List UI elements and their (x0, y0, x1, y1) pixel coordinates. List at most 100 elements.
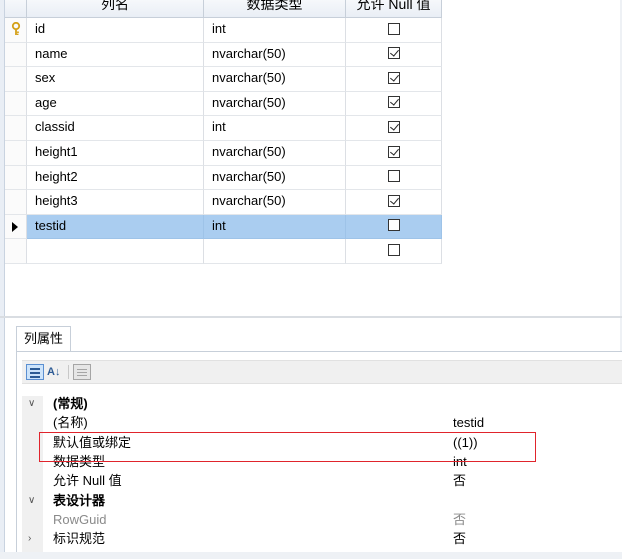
property-row[interactable]: (名称) testid (22, 413, 622, 432)
column-name-cell[interactable]: classid (27, 116, 204, 141)
table-row[interactable]: testid int (5, 214, 442, 240)
data-type-cell[interactable]: int (204, 18, 346, 43)
table-row[interactable]: height1 nvarchar(50) (5, 141, 442, 166)
property-row[interactable]: 默认值或绑定 ((1)) (22, 433, 622, 452)
column-name-cell[interactable]: height2 (27, 165, 204, 191)
property-label: (常规) (53, 396, 88, 411)
column-name-cell[interactable]: testid (27, 214, 204, 240)
property-value[interactable]: ((1)) (453, 433, 478, 452)
row-selector[interactable] (5, 141, 27, 166)
property-pages-icon[interactable] (73, 364, 91, 380)
expand-chevron-icon[interactable]: › (28, 529, 31, 548)
row-selector[interactable] (5, 239, 27, 264)
allow-null-cell (346, 165, 442, 191)
data-type-cell[interactable]: nvarchar(50) (204, 165, 346, 191)
data-type-cell[interactable] (204, 239, 346, 264)
categorized-view-icon[interactable] (26, 364, 44, 380)
allow-null-header[interactable]: 允许 Null 值 (346, 0, 442, 18)
allow-null-checkbox[interactable] (387, 120, 400, 133)
toolbar-separator (68, 365, 69, 379)
grid-header: 列名 数据类型 允许 Null 值 (5, 0, 442, 18)
data-type-cell[interactable]: nvarchar(50) (204, 42, 346, 68)
table-row[interactable]: name nvarchar(50) (5, 42, 442, 68)
allow-null-checkbox[interactable] (387, 71, 400, 84)
allow-null-cell (346, 18, 442, 43)
row-selector[interactable] (5, 42, 27, 68)
column-name-cell[interactable]: sex (27, 67, 204, 92)
allow-null-cell (346, 67, 442, 92)
data-type-cell[interactable]: nvarchar(50) (204, 67, 346, 92)
property-row[interactable]: › 标识规范 否 (22, 529, 622, 548)
property-value[interactable]: 否 (453, 529, 466, 548)
current-row-arrow-icon (12, 221, 18, 232)
row-selector[interactable] (5, 67, 27, 92)
data-type-cell[interactable]: nvarchar(50) (204, 91, 346, 117)
allow-null-cell (346, 214, 442, 240)
allow-null-checkbox[interactable] (387, 219, 400, 232)
property-row[interactable]: RowGuid 否 (22, 510, 622, 529)
table-row[interactable]: id int (5, 18, 442, 43)
allow-null-checkbox[interactable] (387, 194, 400, 207)
property-label: 允许 Null 值 (53, 473, 122, 489)
property-label: 表设计器 (53, 492, 106, 508)
allow-null-cell (346, 42, 442, 68)
column-name-header[interactable]: 列名 (27, 0, 204, 18)
bottom-border (0, 552, 622, 559)
property-value[interactable]: testid (453, 413, 484, 432)
properties-toolbar: A↓ (22, 360, 622, 384)
allow-null-cell (346, 116, 442, 141)
data-type-cell[interactable]: int (204, 116, 346, 141)
allow-null-cell (346, 91, 442, 117)
property-label: 默认值或绑定 (53, 434, 132, 450)
row-selector[interactable] (5, 190, 27, 215)
property-row[interactable]: 数据类型 int (22, 452, 622, 471)
allow-null-checkbox[interactable] (387, 145, 400, 158)
panel-splitter[interactable] (0, 316, 622, 318)
property-value[interactable]: 否 (453, 471, 466, 490)
property-label: 标识规范 (53, 531, 106, 547)
allow-null-checkbox[interactable] (387, 96, 400, 109)
row-selector[interactable] (5, 18, 27, 43)
data-type-cell[interactable]: int (204, 214, 346, 240)
allow-null-cell (346, 190, 442, 215)
property-label: RowGuid (53, 511, 107, 527)
column-name-cell[interactable]: height3 (27, 190, 204, 215)
property-category[interactable]: ∨ 表设计器 (22, 491, 622, 510)
column-name-cell[interactable] (27, 239, 204, 264)
property-row[interactable]: 允许 Null 值 否 (22, 471, 622, 490)
table-row[interactable]: classid int (5, 116, 442, 141)
column-name-cell[interactable]: age (27, 91, 204, 117)
table-row[interactable]: height2 nvarchar(50) (5, 165, 442, 191)
sort-alphabetical-icon[interactable]: A↓ (47, 364, 65, 380)
collapse-chevron-icon[interactable]: ∨ (28, 394, 35, 413)
row-selector[interactable] (5, 165, 27, 191)
data-type-header[interactable]: 数据类型 (204, 0, 346, 18)
data-type-cell[interactable]: nvarchar(50) (204, 141, 346, 166)
row-selector[interactable] (5, 214, 27, 240)
primary-key-icon (11, 22, 21, 35)
allow-null-checkbox[interactable] (387, 47, 400, 60)
property-label: 数据类型 (53, 453, 106, 469)
table-row[interactable]: age nvarchar(50) (5, 91, 442, 117)
allow-null-cell (346, 239, 442, 264)
table-row[interactable]: sex nvarchar(50) (5, 67, 442, 92)
property-label: (名称) (53, 415, 88, 431)
column-name-cell[interactable]: height1 (27, 141, 204, 166)
row-selector[interactable] (5, 116, 27, 141)
row-selector[interactable] (5, 91, 27, 117)
property-value[interactable]: int (453, 452, 467, 471)
allow-null-checkbox[interactable] (387, 170, 400, 183)
allow-null-checkbox[interactable] (387, 243, 400, 256)
allow-null-cell (346, 141, 442, 166)
column-name-cell[interactable]: id (27, 18, 204, 43)
property-value[interactable]: 否 (453, 510, 466, 529)
column-name-cell[interactable]: name (27, 42, 204, 68)
property-category[interactable]: ∨ (常规) (22, 394, 622, 413)
row-selector-header (5, 0, 27, 18)
allow-null-checkbox[interactable] (387, 22, 400, 35)
data-type-cell[interactable]: nvarchar(50) (204, 190, 346, 215)
table-row[interactable] (5, 239, 442, 264)
tab-column-properties[interactable]: 列属性 (16, 326, 71, 352)
table-row[interactable]: height3 nvarchar(50) (5, 190, 442, 215)
collapse-chevron-icon[interactable]: ∨ (28, 491, 35, 510)
